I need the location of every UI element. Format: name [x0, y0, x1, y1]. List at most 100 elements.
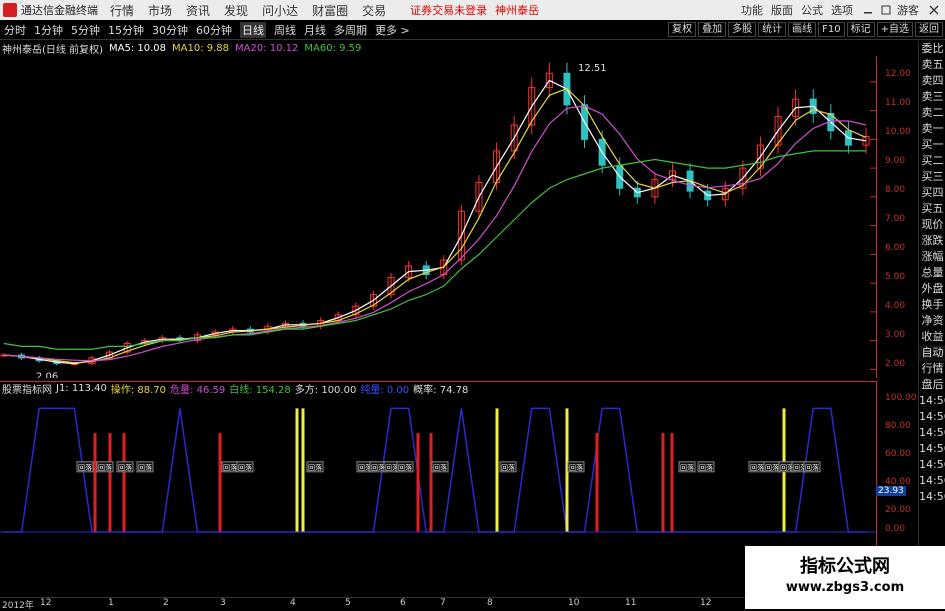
indicator-tick: 60.00	[885, 449, 911, 459]
price-tick: 5.00	[885, 272, 906, 282]
period-tab-fenshi[interactable]: 分时	[4, 22, 26, 38]
time-tick: 3	[220, 598, 226, 608]
menu-caifuquan[interactable]: 财富圈	[312, 2, 348, 19]
guest-label[interactable]: 游客	[897, 2, 919, 18]
menu-gongshi[interactable]: 公式	[801, 2, 823, 18]
period-tab-1min[interactable]: 1分钟	[34, 22, 63, 38]
time-tick: 6	[400, 598, 406, 608]
sidebar-item[interactable]: 买四	[919, 185, 945, 201]
watermark-title: 指标公式网	[800, 556, 890, 577]
period-tab-weekly[interactable]: 周线	[274, 22, 296, 38]
sidebar-item: 14:56	[919, 474, 945, 487]
period-tab-30min[interactable]: 30分钟	[152, 22, 188, 38]
sidebar-item[interactable]: 行情	[919, 361, 945, 377]
sidebar-item[interactable]: 净资	[919, 313, 945, 329]
toolbar: 复权 叠加 多股 统计 画线 F10 标记 +自选 返回	[666, 22, 943, 37]
menu-wenxiaoda[interactable]: 问小达	[262, 2, 298, 19]
sidebar-item[interactable]: 卖二	[919, 105, 945, 121]
time-tick: 12	[700, 598, 712, 608]
indicator-tick: 80.00	[885, 421, 911, 431]
signal-label: 回落	[78, 463, 92, 472]
ma-info: 神州泰岳(日线 前复权) MA5: 10.08 MA10: 9.88 MA20:…	[2, 41, 367, 56]
sidebar-item[interactable]: 盘后	[919, 377, 945, 393]
price-tick: 4.00	[885, 301, 906, 311]
tool-fuquan[interactable]: 复权	[668, 22, 697, 37]
ma20-line	[3, 105, 867, 362]
sidebar-item[interactable]: 买一	[919, 137, 945, 153]
tool-zixuan[interactable]: +自选	[876, 22, 913, 37]
sidebar-item[interactable]: 卖五	[919, 57, 945, 73]
time-tick: 12	[40, 598, 52, 608]
signal-label: 回落	[223, 463, 237, 472]
signal-label: 回落	[569, 463, 583, 472]
time-tick: 4	[290, 598, 296, 608]
sidebar-item[interactable]: 卖三	[919, 89, 945, 105]
sidebar-item: 14:56	[919, 458, 945, 471]
tool-duogu[interactable]: 多股	[728, 22, 757, 37]
ma5-value: MA5: 10.08	[108, 42, 166, 54]
tool-fanhui[interactable]: 返回	[915, 22, 943, 37]
sidebar-item[interactable]: 买三	[919, 169, 945, 185]
period-tab-daily[interactable]: 日线	[240, 21, 266, 38]
time-tick: 1	[108, 598, 114, 608]
sidebar-item[interactable]: 外盘	[919, 281, 945, 297]
sidebar-item[interactable]: 总量	[919, 265, 945, 281]
sidebar-item[interactable]: 卖四	[919, 73, 945, 89]
high-price-label: 12.51	[578, 63, 607, 74]
signal-label: 回落	[398, 463, 412, 472]
period-tab-15min[interactable]: 15分钟	[108, 22, 144, 38]
signal-label: 回落	[98, 463, 112, 472]
menu-jiaoyi[interactable]: 交易	[362, 2, 386, 19]
menu-faxian[interactable]: 发现	[224, 2, 248, 19]
app-name: 通达信金融终端	[21, 4, 98, 17]
price-chart[interactable]: 12.51 2.06	[0, 56, 876, 378]
indicator-tick: 100.00	[885, 393, 917, 403]
period-tab-monthly[interactable]: 月线	[304, 22, 326, 38]
sidebar-item: 14:56	[919, 442, 945, 455]
close-icon[interactable]	[927, 4, 941, 16]
price-tick: 8.00	[885, 185, 906, 195]
sidebar-item[interactable]: 委比	[919, 41, 945, 57]
signal-label: 回落	[750, 463, 764, 472]
price-tick: 11.00	[885, 98, 911, 108]
sidebar-item[interactable]: 涨幅	[919, 249, 945, 265]
period-tab-5min[interactable]: 5分钟	[71, 22, 100, 38]
sidebar-item[interactable]: 自动	[919, 345, 945, 361]
site-watermark: 指标公式网 www.zbgs3.com	[745, 546, 945, 609]
ma10-value: MA10: 9.88	[172, 42, 230, 54]
sidebar-item[interactable]: 涨跌	[919, 233, 945, 249]
sidebar-item[interactable]: 换手	[919, 297, 945, 313]
sidebar-item: 14:56	[919, 410, 945, 423]
signal-label: 回落	[680, 463, 694, 472]
maximize-icon[interactable]	[879, 4, 893, 16]
sidebar-item[interactable]: 买五	[919, 201, 945, 217]
indicator-tick: 0.00	[885, 524, 906, 534]
tool-f10[interactable]: F10	[818, 22, 845, 37]
tool-biaoji[interactable]: 标记	[846, 22, 875, 37]
menu-banmian[interactable]: 版面	[771, 2, 793, 18]
sidebar-item[interactable]: 买二	[919, 153, 945, 169]
login-notice[interactable]: 证券交易未登录	[410, 2, 487, 18]
menu-shichang[interactable]: 市场	[148, 2, 172, 19]
menu-hangqing[interactable]: 行情	[110, 2, 134, 19]
time-tick: 5	[345, 598, 351, 608]
period-tab-60min[interactable]: 60分钟	[196, 22, 232, 38]
menu-gongneng[interactable]: 功能	[741, 2, 763, 18]
sidebar-item[interactable]: 卖一	[919, 121, 945, 137]
tool-diejia[interactable]: 叠加	[698, 22, 727, 37]
ma20-value: MA20: 10.12	[235, 42, 299, 54]
period-tab-more[interactable]: 更多 >	[375, 22, 410, 38]
tool-tongji[interactable]: 统计	[758, 22, 787, 37]
signal-label: 回落	[765, 463, 779, 472]
price-tick: 3.00	[885, 330, 906, 340]
ma10-line	[3, 87, 867, 364]
sidebar-item[interactable]: 收益	[919, 329, 945, 345]
time-tick: 7	[440, 598, 446, 608]
sidebar-item[interactable]: 现价	[919, 217, 945, 233]
menu-zixun[interactable]: 资讯	[186, 2, 210, 19]
signal-label: 回落	[699, 463, 713, 472]
menu-xuanxiang[interactable]: 选项	[831, 2, 853, 18]
minimize-icon[interactable]	[861, 4, 875, 16]
period-tab-multi[interactable]: 多周期	[334, 22, 367, 38]
tool-huaxian[interactable]: 画线	[788, 22, 817, 37]
